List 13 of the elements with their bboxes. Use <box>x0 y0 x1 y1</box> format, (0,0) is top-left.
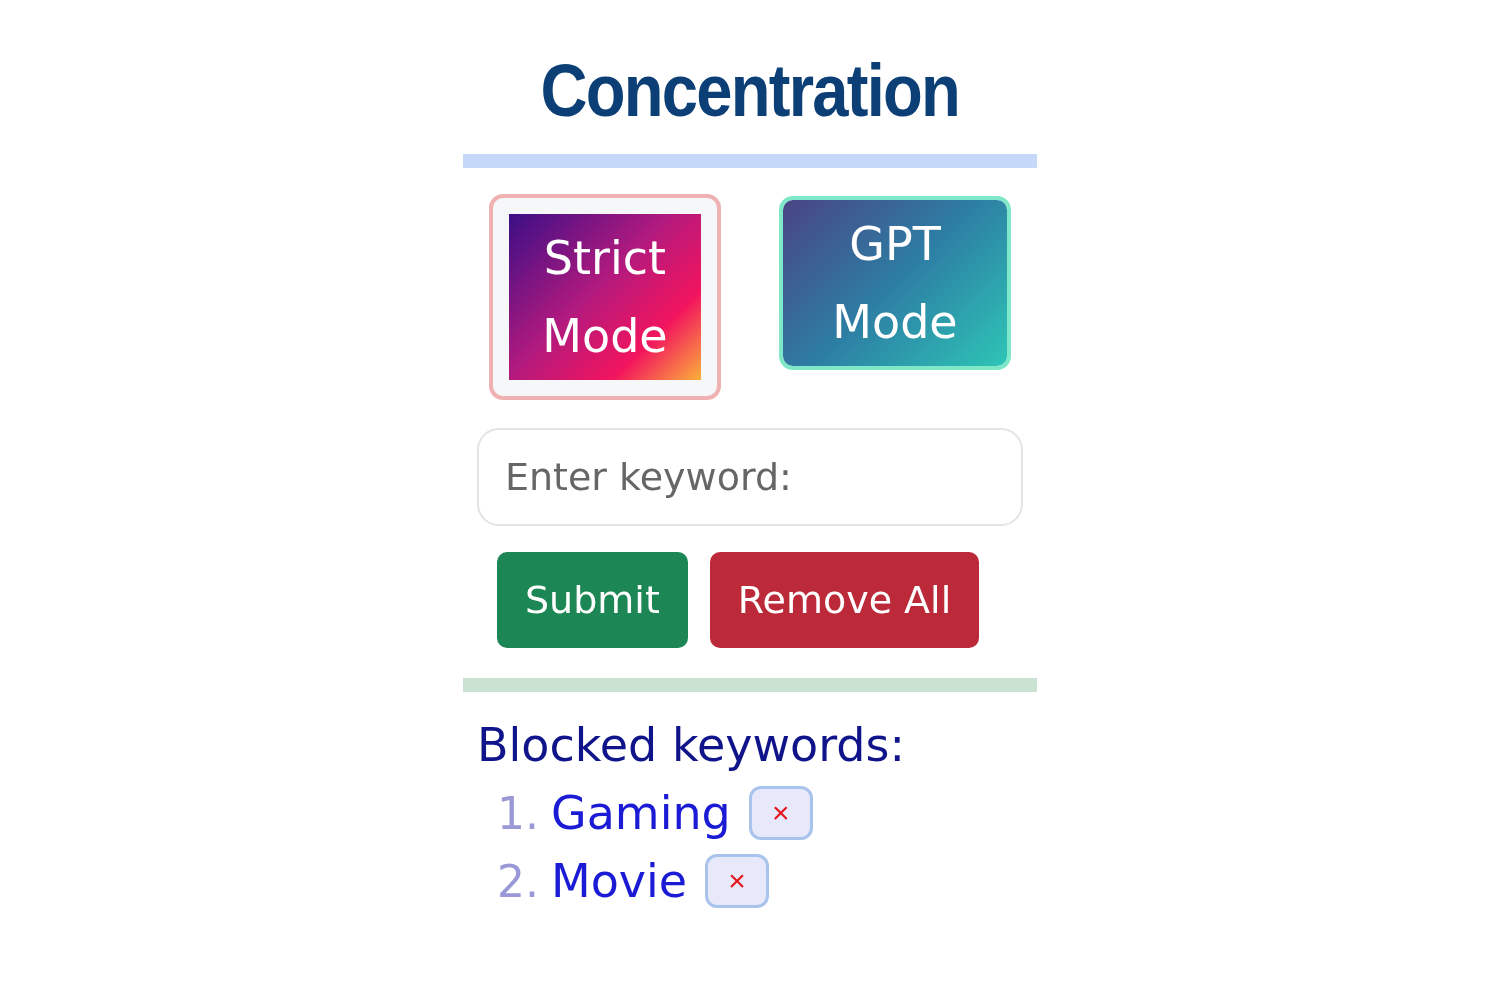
keyword-text: Gaming <box>551 786 731 840</box>
keyword-text: Movie <box>551 854 688 908</box>
remove-all-button[interactable]: Remove All <box>709 552 980 648</box>
mode-button[interactable]: GPT Mode <box>779 196 1011 370</box>
remove-keyword-button[interactable]: × <box>748 786 813 840</box>
list-number: 2. <box>497 855 539 907</box>
mode-button[interactable]: Strict Mode <box>489 194 721 400</box>
submit-button[interactable]: Submit <box>497 552 688 648</box>
blocked-heading: Blocked keywords: <box>477 718 906 772</box>
list-number: 1. <box>497 787 539 839</box>
keyword-field[interactable]: Enter keyword: <box>477 428 1023 526</box>
app-title: Concentration <box>540 48 960 134</box>
remove-keyword-button[interactable]: × <box>705 854 770 908</box>
